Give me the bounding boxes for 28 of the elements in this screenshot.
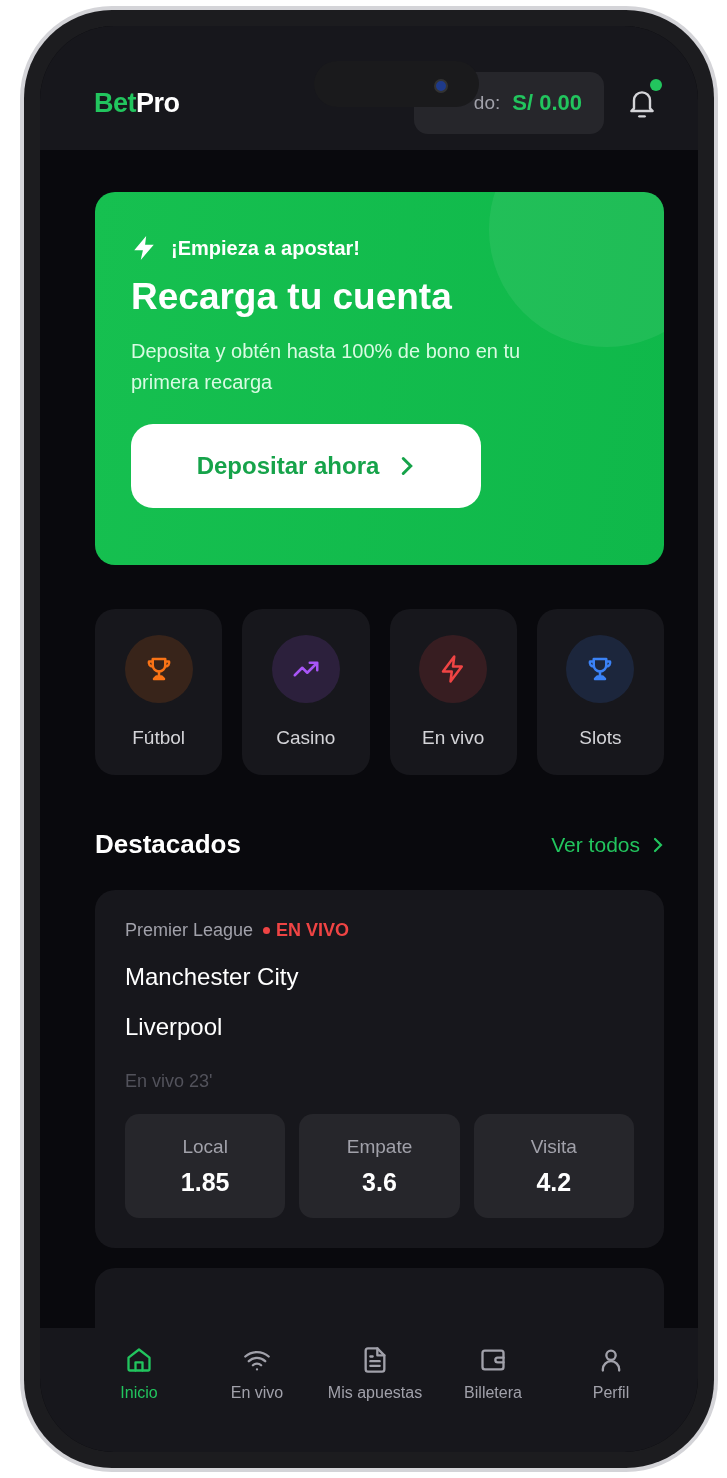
category-tile[interactable]: Fútbol	[95, 609, 223, 775]
nav-tab[interactable]: Mis apuestas	[316, 1336, 434, 1412]
match-card[interactable]: Premier League EN VIVO Manchester City Liverpool En vivo 23' Local 1.85 Empate 3.6 Visita 4.2	[95, 890, 664, 1248]
home-icon	[125, 1346, 153, 1374]
category-tile[interactable]: Casino	[242, 609, 370, 775]
banner-description: Deposita y obtén hasta 100% de bono en tu primera recarga	[131, 339, 522, 395]
live-badge: EN VIVO	[263, 920, 350, 941]
nav-tab[interactable]: Perfil	[552, 1336, 670, 1412]
nav-tab[interactable]: Inicio	[80, 1336, 198, 1412]
chevron-right-icon	[652, 836, 664, 853]
odds-button[interactable]: Visita 4.2	[473, 1114, 634, 1218]
league-name: Premier League	[125, 920, 254, 941]
category-tile[interactable]: Slots	[536, 609, 664, 775]
match-status: En vivo 23'	[125, 1071, 214, 1092]
team-name: Manchester City	[125, 963, 300, 991]
nav-tab[interactable]: Billetera	[434, 1336, 552, 1412]
category-tile[interactable]: En vivo	[389, 609, 517, 775]
section-title: Destacados	[95, 829, 241, 860]
banner-eyebrow: ¡Empieza a apostar!	[171, 236, 360, 260]
odds-button[interactable]: Local 1.85	[125, 1114, 286, 1218]
balance-value: S/ 0.00	[512, 90, 582, 116]
balance-label: do:	[473, 92, 501, 114]
see-all-link[interactable]: Ver todos	[551, 832, 664, 857]
nav-tab[interactable]: En vivo	[198, 1336, 316, 1412]
banner-title: Recarga tu cuenta	[131, 276, 453, 318]
odds-button[interactable]: Empate 3.6	[299, 1114, 460, 1218]
team-name: Liverpool	[125, 1013, 224, 1041]
app-logo: BetPro	[94, 87, 180, 119]
